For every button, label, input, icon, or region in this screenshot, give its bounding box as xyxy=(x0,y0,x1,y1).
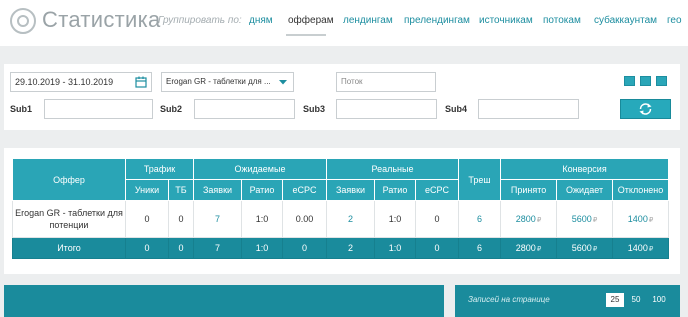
col-waiting-header[interactable]: Ожидает xyxy=(556,179,614,201)
total-ecpc-expected: 0 xyxy=(282,237,327,259)
sub3-label: Sub3 xyxy=(303,104,326,114)
col-accepted-header[interactable]: Принято xyxy=(500,179,558,201)
group-by-geo[interactable]: гео xyxy=(667,15,682,26)
group-by-sources[interactable]: источникам xyxy=(479,15,533,26)
active-tab-underline xyxy=(286,34,326,36)
stream-input[interactable]: Поток xyxy=(336,72,436,92)
accepted-value: 2800 xyxy=(515,214,536,224)
ruble-icon: ₽ xyxy=(536,246,542,253)
total-requests-expected: 7 xyxy=(193,237,242,259)
group-by-prelandings[interactable]: прелендингам xyxy=(404,15,470,26)
sub1-input[interactable] xyxy=(44,99,153,119)
date-range-input[interactable]: 29.10.2019 - 31.10.2019 xyxy=(10,72,133,92)
ruble-icon: ₽ xyxy=(648,217,654,224)
group-by-subaccounts[interactable]: субаккаунтам xyxy=(594,15,657,26)
col-requests-expected-header[interactable]: Заявки xyxy=(193,179,242,201)
col-group-traffic: Трафик xyxy=(125,158,194,180)
page-title: Статистика xyxy=(42,7,161,32)
sub3-input[interactable] xyxy=(336,99,437,119)
logo-icon xyxy=(10,8,36,34)
col-ecpc-real-header[interactable]: eCPC xyxy=(414,179,460,201)
col-trash-header[interactable]: Треш xyxy=(458,158,502,201)
sub4-label: Sub4 xyxy=(445,104,468,114)
group-by-label: Группировать по: xyxy=(158,15,242,26)
cell-requests-expected[interactable]: 7 xyxy=(193,200,242,238)
per-page-100[interactable]: 100 xyxy=(648,293,670,307)
col-ratio-real-header[interactable]: Ратио xyxy=(374,179,416,201)
total-label: Итого xyxy=(12,237,126,259)
col-tb-header[interactable]: ТБ xyxy=(168,179,194,201)
group-by-days[interactable]: дням xyxy=(249,15,273,26)
group-by-offers[interactable]: офферам xyxy=(288,15,334,26)
per-page-50[interactable]: 50 xyxy=(627,293,645,307)
total-tb: 0 xyxy=(168,237,194,259)
cell-uniques: 0 xyxy=(125,200,169,238)
rejected-value: 1400 xyxy=(627,214,648,224)
total-waiting-value: 5600 xyxy=(571,243,592,253)
group-by-landings[interactable]: лендингам xyxy=(343,15,393,26)
cell-ratio-real: 1:0 xyxy=(374,200,416,238)
total-rejected: 1400₽ xyxy=(612,237,670,259)
cell-trash[interactable]: 6 xyxy=(458,200,502,238)
cell-tb: 0 xyxy=(168,200,194,238)
cell-offer: Erogan GR - таблетки для потенции xyxy=(12,200,126,238)
table-row: Erogan GR - таблетки для потенции 0 0 7 … xyxy=(12,200,670,238)
chevron-down-icon xyxy=(279,80,287,85)
per-page-25[interactable]: 25 xyxy=(606,293,624,307)
group-by-streams[interactable]: потокам xyxy=(543,15,581,26)
sub2-input[interactable] xyxy=(194,99,295,119)
header-bar: Статистика Группировать по: дням офферам… xyxy=(0,0,688,46)
refresh-icon xyxy=(639,103,652,115)
refresh-button[interactable] xyxy=(620,99,671,119)
col-group-expected: Ожидаемые xyxy=(193,158,327,180)
col-requests-real-header[interactable]: Заявки xyxy=(326,179,375,201)
total-waiting: 5600₽ xyxy=(556,237,614,259)
total-ratio-real: 1:0 xyxy=(374,237,416,259)
calendar-icon xyxy=(135,76,147,88)
offer-select[interactable]: Erogan GR - таблетки для ... xyxy=(161,72,275,92)
col-rejected-header[interactable]: Отклонено xyxy=(612,179,670,201)
cell-ratio-expected: 1:0 xyxy=(241,200,283,238)
col-group-real: Реальные xyxy=(325,158,460,180)
calendar-button[interactable] xyxy=(132,72,152,92)
view-mode-button-1[interactable] xyxy=(624,76,635,86)
col-ratio-expected-header[interactable]: Ратио xyxy=(241,179,283,201)
ruble-icon: ₽ xyxy=(592,217,598,224)
view-mode-button-3[interactable] xyxy=(656,76,667,86)
ruble-icon: ₽ xyxy=(592,246,598,253)
cell-waiting[interactable]: 5600₽ xyxy=(556,200,614,238)
cell-ecpc-expected: 0.00 xyxy=(282,200,327,238)
total-uniques: 0 xyxy=(125,237,169,259)
view-mode-button-2[interactable] xyxy=(640,76,651,86)
sub1-label: Sub1 xyxy=(10,104,33,114)
total-accepted-value: 2800 xyxy=(515,243,536,253)
cell-accepted[interactable]: 2800₽ xyxy=(500,200,558,238)
sub4-input[interactable] xyxy=(478,99,579,119)
total-accepted: 2800₽ xyxy=(500,237,558,259)
total-rejected-value: 1400 xyxy=(627,243,648,253)
col-group-conversion: Конверсия xyxy=(500,158,670,180)
per-page-label: Записей на странице xyxy=(468,295,550,304)
offer-dropdown-button[interactable] xyxy=(274,72,294,92)
ruble-icon: ₽ xyxy=(536,217,542,224)
total-trash: 6 xyxy=(458,237,502,259)
total-requests-real: 2 xyxy=(326,237,375,259)
col-offer-header[interactable]: Оффер xyxy=(12,158,126,201)
total-ecpc-real: 0 xyxy=(414,237,460,259)
ruble-icon: ₽ xyxy=(648,246,654,253)
cell-rejected[interactable]: 1400₽ xyxy=(612,200,670,238)
stats-table: Оффер Трафик Ожидаемые Реальные Треш Кон… xyxy=(12,158,670,259)
cell-ecpc-real: 0 xyxy=(414,200,460,238)
pagination-bar xyxy=(4,285,444,317)
sub2-label: Sub2 xyxy=(160,104,183,114)
col-ecpc-expected-header[interactable]: eCPC xyxy=(282,179,327,201)
cell-requests-real[interactable]: 2 xyxy=(326,200,375,238)
waiting-value: 5600 xyxy=(571,214,592,224)
col-uniques-header[interactable]: Уники xyxy=(125,179,169,201)
total-ratio-expected: 1:0 xyxy=(241,237,283,259)
table-total-row: Итого 0 0 7 1:0 0 2 1:0 0 6 2800₽ 5600₽ … xyxy=(12,237,670,259)
